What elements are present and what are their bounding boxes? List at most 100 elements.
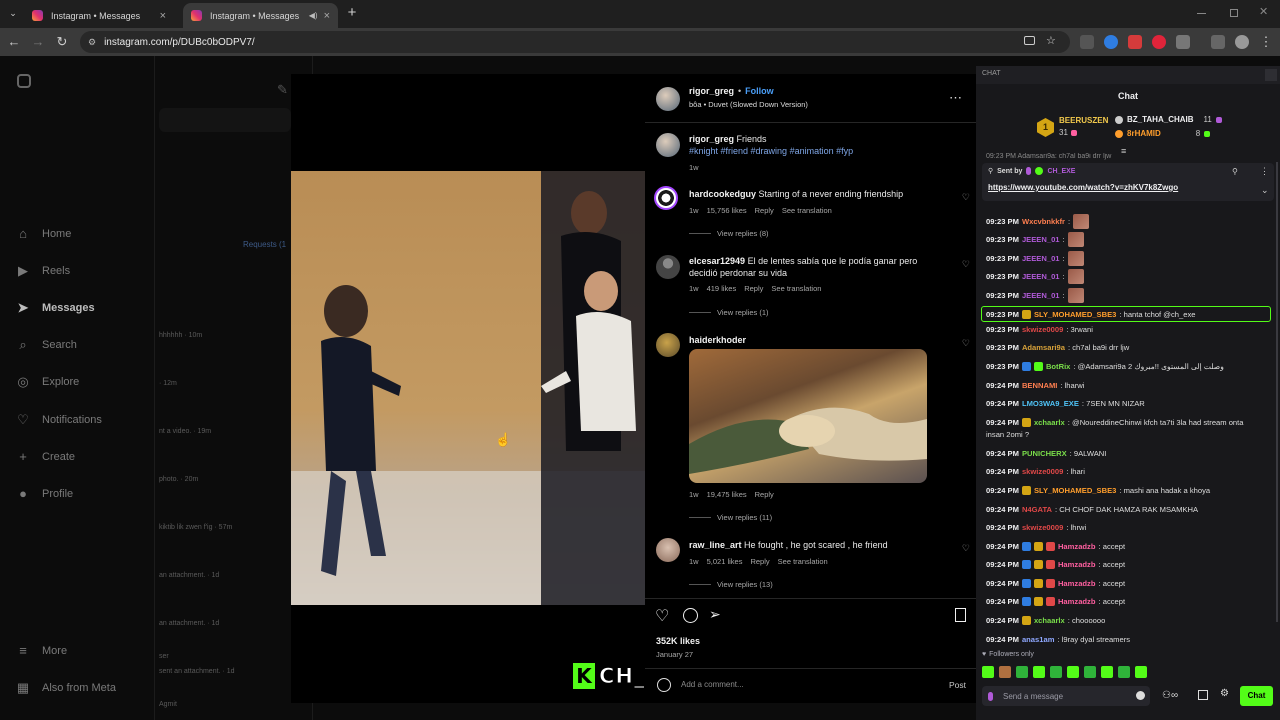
chat-username[interactable]: BotRix [1046, 362, 1070, 371]
comment-bubble-icon[interactable] [683, 608, 698, 623]
emote-icon[interactable] [982, 666, 994, 678]
see-translation-button[interactable]: See translation [771, 284, 821, 293]
compose-icon[interactable]: ✎ [277, 82, 288, 98]
dm-item[interactable]: nt a video. · 19m [159, 428, 211, 435]
dm-item[interactable]: photo. · 20m [159, 476, 198, 483]
browser-menu-icon[interactable]: ⋮ [1258, 34, 1274, 50]
sidebar-item-profile[interactable]: ● Profile [16, 487, 73, 501]
likes-count[interactable]: 352K likes [656, 636, 700, 646]
see-translation-button[interactable]: See translation [782, 206, 832, 215]
chat-username[interactable]: skwize0009 [1022, 325, 1063, 334]
leaderboard-name[interactable]: BZ_TAHA_CHAIB [1127, 115, 1194, 124]
store-icon[interactable] [1198, 690, 1208, 700]
chat-username[interactable]: PUNICHERX [1022, 449, 1067, 458]
comment-input[interactable]: Add a comment... [681, 680, 744, 689]
chat-username[interactable]: JEEEN_01 [1022, 291, 1060, 300]
emote-icon[interactable] [1118, 666, 1130, 678]
comment-username[interactable]: raw_line_art [689, 540, 742, 550]
sidebar-item-notifications[interactable]: ♡ Notifications [16, 413, 102, 427]
channel-points-icon[interactable]: ⚇∞ [1162, 690, 1178, 701]
comment-avatar[interactable] [656, 333, 680, 357]
unpin-icon[interactable]: ⚲ [1232, 167, 1238, 176]
dm-item[interactable]: kiktib lik zwen f'ig · 57m [159, 524, 232, 531]
emote-icon[interactable] [1101, 666, 1113, 678]
tab-close-icon[interactable]: × [160, 10, 166, 22]
chat-username[interactable]: xchaarlx [1034, 616, 1065, 625]
instagram-logo-icon[interactable] [17, 74, 31, 88]
comment-like-heart-icon[interactable]: ♡ [962, 338, 970, 349]
comment-like-heart-icon[interactable]: ♡ [962, 192, 970, 203]
chat-send-button[interactable]: Chat [1240, 686, 1273, 706]
chat-username[interactable]: JEEEN_01 [1022, 235, 1060, 244]
chat-scrollbar[interactable] [1276, 162, 1278, 622]
comment-like-heart-icon[interactable]: ♡ [962, 259, 970, 270]
comment-avatar[interactable] [656, 255, 680, 279]
reload-icon[interactable]: ↻ [54, 34, 70, 50]
pinned-link[interactable]: https://www.youtube.com/watch?v=zhKV7k8Z… [988, 183, 1178, 192]
tab-search-chevron-icon[interactable]: ⌄ [5, 5, 21, 21]
dm-item[interactable]: an attachment. · 1d [159, 620, 219, 627]
sidebar-item-search[interactable]: ⌕ Search [16, 338, 77, 352]
extension-red-icon[interactable] [1128, 35, 1142, 49]
see-translation-button[interactable]: See translation [778, 557, 828, 566]
caption-hashtags[interactable]: #knight #friend #drawing #animation #fyp [689, 146, 853, 156]
chat-username[interactable]: LMO3WA9_EXE [1022, 399, 1079, 408]
caption-avatar[interactable] [656, 133, 680, 157]
chat-username[interactable]: Hamzadzb [1058, 597, 1096, 606]
extensions-puzzle-icon[interactable] [1176, 35, 1190, 49]
emote-icon[interactable] [1084, 666, 1096, 678]
more-options-icon[interactable]: ⋯ [949, 90, 962, 106]
cast-icon[interactable] [1024, 36, 1035, 45]
sidebar-item-more[interactable]: ≡ More [16, 644, 67, 658]
sidebar-item-home[interactable]: ⌂ Home [16, 227, 71, 241]
pinned-expand-chevron-icon[interactable]: ⌄ [1261, 185, 1269, 196]
view-replies-button[interactable]: View replies (1) [689, 308, 769, 317]
sidebar-item-meta[interactable]: ▦ Also from Meta [16, 681, 116, 695]
back-icon[interactable]: ← [6, 34, 22, 50]
chat-username[interactable]: JEEEN_01 [1022, 272, 1060, 281]
emote-icon[interactable] [999, 666, 1011, 678]
comment-username[interactable]: haiderkhoder [689, 335, 746, 345]
emote-icon[interactable] [1050, 666, 1062, 678]
comment-username[interactable]: hardcookedguy [689, 189, 756, 199]
chat-username[interactable]: JEEEN_01 [1022, 254, 1060, 263]
new-tab-button[interactable]: + [344, 5, 360, 21]
post-comment-button[interactable]: Post [949, 680, 966, 690]
url-field[interactable]: ⚙ instagram.com/p/DUBc0bODPV7/ ☆ [80, 31, 1070, 53]
sidebar-item-messages[interactable]: ➤ Messages [16, 301, 95, 315]
dm-search-box[interactable] [159, 108, 291, 132]
chat-username[interactable]: Wxcvbnkkfr [1022, 217, 1065, 226]
sidebar-item-reels[interactable]: ▶ Reels [16, 264, 70, 278]
extension-glasses-icon[interactable] [1080, 35, 1094, 49]
profile-avatar-icon[interactable] [1235, 35, 1249, 49]
requests-link[interactable]: Requests (1 [243, 240, 286, 249]
minimize-icon[interactable] [1197, 13, 1206, 14]
pinned-message[interactable]: ⚲ Sent by CH_EXE https://www.youtube.com… [982, 163, 1274, 201]
chat-close-box[interactable] [1265, 69, 1277, 81]
chat-username[interactable]: Hamzadzb [1058, 560, 1096, 569]
view-replies-button[interactable]: View replies (11) [689, 513, 772, 522]
site-info-icon[interactable]: ⚙ [88, 37, 96, 48]
comment-username[interactable]: elcesar12949 [689, 256, 745, 266]
comment-avatar[interactable] [656, 538, 680, 562]
emote-icon[interactable] [1016, 666, 1028, 678]
dm-item[interactable]: ser [159, 653, 169, 660]
emoji-picker-icon[interactable] [1136, 691, 1145, 700]
chat-settings-icon[interactable]: ⚙ [1220, 688, 1229, 699]
forward-icon[interactable]: → [30, 34, 46, 50]
chat-username[interactable]: Hamzadzb [1058, 542, 1096, 551]
maximize-icon[interactable] [1230, 9, 1238, 17]
dm-item[interactable]: Agmit [159, 701, 177, 708]
reply-button[interactable]: Reply [750, 557, 769, 566]
pinned-menu-icon[interactable]: ⋮ [1260, 166, 1269, 177]
tab-instagram-messages-1[interactable]: Instagram • Messages × [24, 3, 174, 28]
chat-username[interactable]: Hamzadzb [1058, 579, 1096, 588]
emote-icon[interactable] [1135, 666, 1147, 678]
speaker-icon[interactable]: ◀) [309, 11, 318, 20]
sidebar-item-explore[interactable]: ◎ Explore [16, 375, 79, 389]
chat-username[interactable]: Adamsari9a [1022, 343, 1065, 352]
extension-red-circle-icon[interactable] [1152, 35, 1166, 49]
follow-button[interactable]: Follow [745, 86, 774, 96]
author-avatar[interactable] [656, 87, 680, 111]
chat-username[interactable]: SLY_MOHAMED_SBE3 [1034, 486, 1116, 495]
